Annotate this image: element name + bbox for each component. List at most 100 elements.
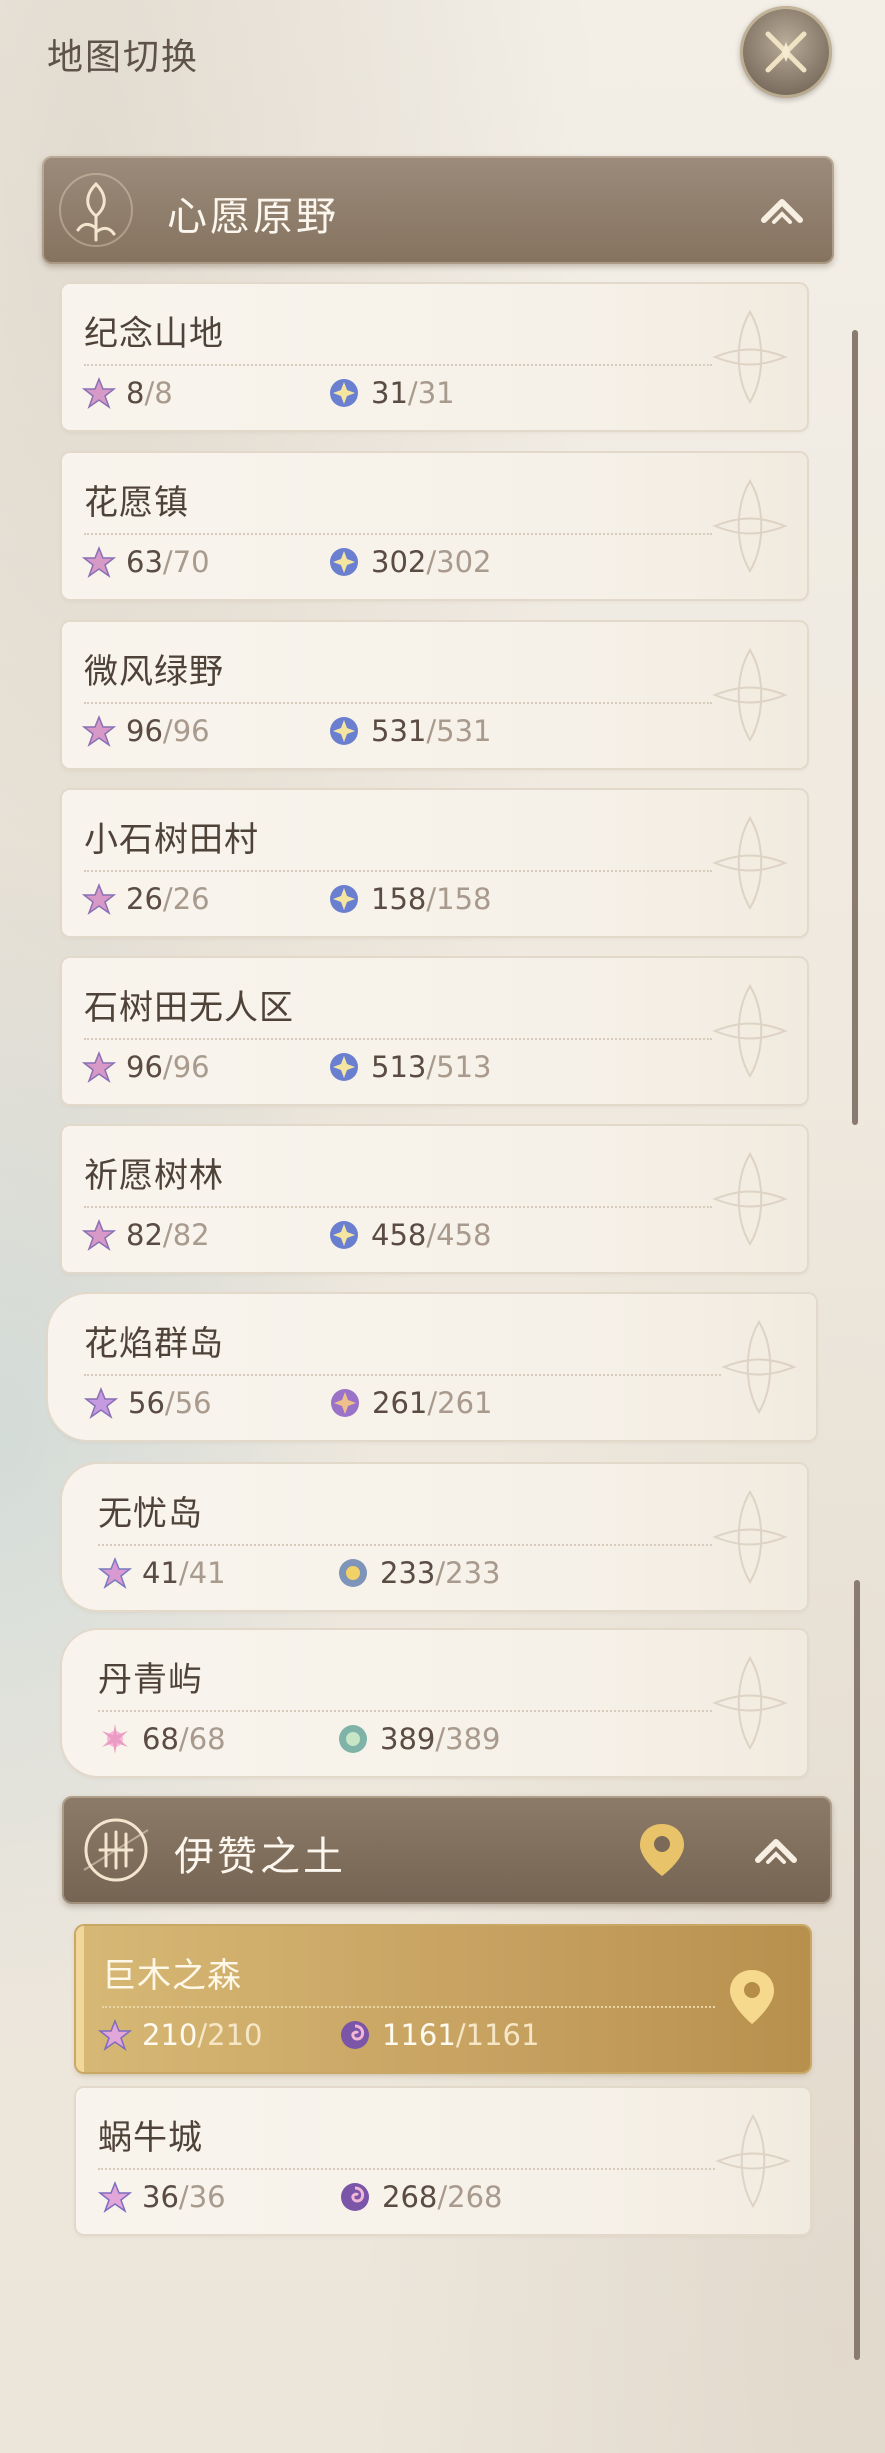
map-card[interactable]: 微风绿野 96/96 531/531	[62, 622, 807, 768]
orb-collected: 158	[371, 882, 427, 916]
orb-collectible-icon	[339, 1725, 367, 1753]
orb-total: 268	[447, 2180, 503, 2214]
section-header-xinyuan[interactable]: 心愿原野	[42, 156, 834, 264]
star-collectible-icon	[82, 1218, 116, 1251]
star-collected: 26	[126, 882, 163, 916]
star-collectible-icon	[82, 1050, 116, 1083]
orb-collectible-icon	[330, 1221, 358, 1249]
petal-ornament-icon	[712, 1152, 788, 1246]
star-count: 8/8	[82, 376, 173, 410]
orb-count: 458/458	[327, 1218, 492, 1252]
map-name: 花焰群岛	[84, 1324, 224, 1364]
star-total: 82	[172, 1218, 210, 1252]
star-collectible-icon	[82, 376, 116, 409]
collapse-toggle[interactable]	[750, 178, 814, 242]
petal-ornament-icon	[715, 2114, 791, 2208]
orb-total: 458	[436, 1218, 492, 1252]
star-total: 210	[207, 2018, 263, 2052]
star-collectible-icon	[82, 545, 116, 578]
map-card[interactable]: 丹青屿 68/68 389/389	[62, 1630, 807, 1776]
orb-count: 531/531	[327, 714, 492, 748]
orb-collectible-icon	[331, 1389, 359, 1417]
map-card-selected[interactable]: 巨木之森 210/210 1161/1161	[76, 1926, 810, 2072]
petal-ornament-icon	[712, 1490, 788, 1584]
petal-ornament-icon	[712, 479, 788, 573]
rune-emblem-icon	[83, 1818, 149, 1882]
map-card[interactable]: 纪念山地 8/8 31/31	[62, 284, 807, 430]
orb-total: 389	[445, 1722, 501, 1756]
map-card[interactable]: 小石树田村 26/26 158/158	[62, 790, 807, 936]
divider	[84, 533, 712, 535]
divider	[98, 1710, 712, 1712]
orb-collectible-icon	[330, 548, 358, 576]
orb-collectible-icon	[341, 2021, 369, 2049]
location-pin-icon	[730, 1970, 774, 2024]
divider	[84, 870, 712, 872]
scrollbar[interactable]	[852, 330, 858, 1125]
star-collected: 68	[142, 1722, 179, 1756]
close-button[interactable]	[740, 6, 832, 98]
flower-emblem-icon	[59, 173, 133, 247]
orb-collected: 261	[372, 1386, 428, 1420]
collapse-toggle[interactable]	[744, 1818, 808, 1882]
star-collectible-icon	[84, 1386, 118, 1419]
map-name: 巨木之森	[102, 1956, 242, 1996]
orb-collected: 268	[382, 2180, 438, 2214]
chevron-up-icon	[755, 1839, 797, 1864]
section-title: 心愿原野	[167, 194, 339, 240]
orb-total: 1161	[465, 2018, 540, 2052]
orb-collectible-icon	[330, 885, 358, 913]
orb-total: 261	[437, 1386, 493, 1420]
orb-collected: 302	[371, 545, 427, 579]
star-total: 36	[188, 2180, 226, 2214]
map-card[interactable]: 无忧岛 41/41 233/233	[62, 1464, 807, 1610]
star-total: 56	[174, 1386, 212, 1420]
scrollbar[interactable]	[854, 1580, 860, 2360]
orb-collected: 233	[380, 1556, 436, 1590]
orb-total: 233	[445, 1556, 501, 1590]
star-collected: 36	[142, 2180, 179, 2214]
orb-count: 389/389	[336, 1722, 501, 1756]
star-count: 210/210	[98, 2018, 263, 2052]
map-name: 小石树田村	[84, 820, 259, 860]
section-header-yizan[interactable]: 伊赞之土	[62, 1796, 832, 1904]
map-name: 蜗牛城	[98, 2118, 203, 2158]
map-name: 花愿镇	[84, 483, 189, 523]
star-total: 26	[172, 882, 210, 916]
star-collectible-icon	[98, 2180, 132, 2213]
star-collectible-icon	[82, 882, 116, 915]
star-collectible-icon	[102, 1724, 128, 1754]
orb-collectible-icon	[330, 717, 358, 745]
orb-count: 268/268	[338, 2180, 503, 2214]
map-name: 微风绿野	[84, 652, 224, 692]
petal-ornament-icon	[712, 310, 788, 404]
star-count: 56/56	[84, 1386, 212, 1420]
star-count: 36/36	[98, 2180, 226, 2214]
petal-ornament-icon	[712, 1656, 788, 1750]
orb-count: 233/233	[336, 1556, 501, 1590]
star-total: 96	[172, 714, 210, 748]
orb-collectible-icon	[341, 2183, 369, 2211]
map-name: 无忧岛	[98, 1494, 203, 1534]
orb-collectible-icon	[339, 1559, 367, 1587]
map-card[interactable]: 石树田无人区 96/96 513/513	[62, 958, 807, 1104]
map-card[interactable]: 花愿镇 63/70 302/302	[62, 453, 807, 599]
star-collectible-icon	[98, 1556, 132, 1589]
orb-collected: 531	[371, 714, 427, 748]
petal-ornament-icon	[712, 816, 788, 910]
star-collected: 82	[126, 1218, 163, 1252]
map-card[interactable]: 花焰群岛 56/56 261/261	[48, 1294, 816, 1440]
star-count: 82/82	[82, 1218, 210, 1252]
star-count: 26/26	[82, 882, 210, 916]
star-count: 96/96	[82, 1050, 210, 1084]
orb-collected: 513	[371, 1050, 427, 1084]
star-count: 68/68	[98, 1722, 226, 1756]
map-card[interactable]: 祈愿树林 82/82 458/458	[62, 1126, 807, 1272]
divider	[98, 2168, 715, 2170]
petal-ornament-icon	[712, 984, 788, 1078]
star-count: 41/41	[98, 1556, 226, 1590]
star-count: 63/70	[82, 545, 210, 579]
map-card[interactable]: 蜗牛城 36/36 268/268	[76, 2088, 810, 2234]
orb-count: 261/261	[328, 1386, 493, 1420]
divider	[84, 1206, 712, 1208]
